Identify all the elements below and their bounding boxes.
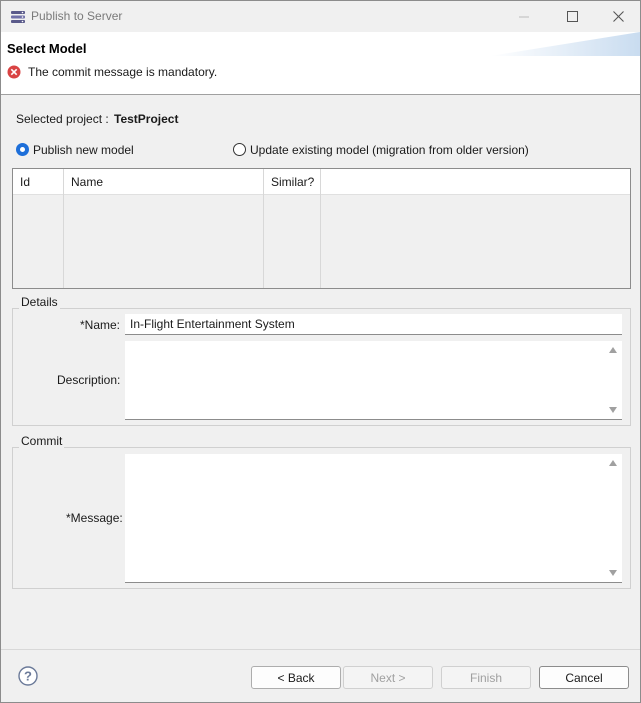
- scroll-down-icon[interactable]: [609, 407, 617, 413]
- column-divider: [320, 169, 321, 288]
- back-button[interactable]: < Back: [251, 666, 341, 689]
- close-icon: [612, 11, 624, 22]
- column-divider: [263, 169, 264, 288]
- next-button[interactable]: Next >: [343, 666, 433, 689]
- description-label: Description:: [57, 373, 121, 387]
- error-message: The commit message is mandatory.: [28, 65, 218, 79]
- description-textarea[interactable]: [125, 341, 622, 420]
- title-bar[interactable]: Publish to Server: [1, 1, 640, 32]
- description-scrollbar[interactable]: [605, 341, 622, 419]
- minimize-button[interactable]: [501, 1, 547, 32]
- close-button[interactable]: [595, 1, 641, 32]
- window-title: Publish to Server: [31, 9, 123, 23]
- name-label: *Name:: [80, 318, 121, 332]
- error-icon: [7, 65, 21, 79]
- update-existing-model-label[interactable]: Update existing model (migration from ol…: [250, 143, 529, 157]
- publish-server-icon: [11, 11, 25, 23]
- svg-text:?: ?: [24, 669, 32, 684]
- wizard-banner: Select Model The commit message is manda…: [1, 32, 640, 95]
- publish-new-model-label[interactable]: Publish new model: [33, 143, 134, 157]
- publish-new-model-radio[interactable]: [16, 143, 29, 156]
- column-divider: [63, 169, 64, 288]
- commit-message-textarea[interactable]: [125, 454, 622, 583]
- scroll-up-icon[interactable]: [609, 460, 617, 466]
- footer-divider: [1, 649, 640, 650]
- column-header-filler: [321, 169, 630, 195]
- scroll-down-icon[interactable]: [609, 570, 617, 576]
- banner-decoration: [490, 32, 640, 56]
- page-title: Select Model: [7, 41, 87, 56]
- column-header-name[interactable]: Name: [64, 169, 264, 195]
- details-group-title: Details: [19, 295, 60, 309]
- scroll-up-icon[interactable]: [609, 347, 617, 353]
- minimize-icon: [519, 16, 529, 17]
- selected-project-value: TestProject: [114, 112, 179, 126]
- table-header: Id Name Similar?: [13, 169, 630, 195]
- message-label: *Message:: [66, 511, 123, 525]
- selected-project-label: Selected project :: [16, 112, 109, 126]
- maximize-button[interactable]: [549, 1, 595, 32]
- column-header-similar[interactable]: Similar?: [264, 169, 321, 195]
- models-table[interactable]: Id Name Similar?: [12, 168, 631, 289]
- name-input[interactable]: [125, 314, 622, 335]
- update-existing-model-radio[interactable]: [233, 143, 246, 156]
- publish-dialog: Publish to Server Select Model The commi…: [0, 0, 641, 703]
- cancel-button[interactable]: Cancel: [539, 666, 629, 689]
- maximize-icon: [566, 11, 578, 22]
- commit-message-scrollbar[interactable]: [605, 454, 622, 582]
- commit-group-title: Commit: [19, 434, 65, 448]
- column-header-id[interactable]: Id: [13, 169, 64, 195]
- help-icon[interactable]: ?: [18, 666, 38, 686]
- finish-button[interactable]: Finish: [441, 666, 531, 689]
